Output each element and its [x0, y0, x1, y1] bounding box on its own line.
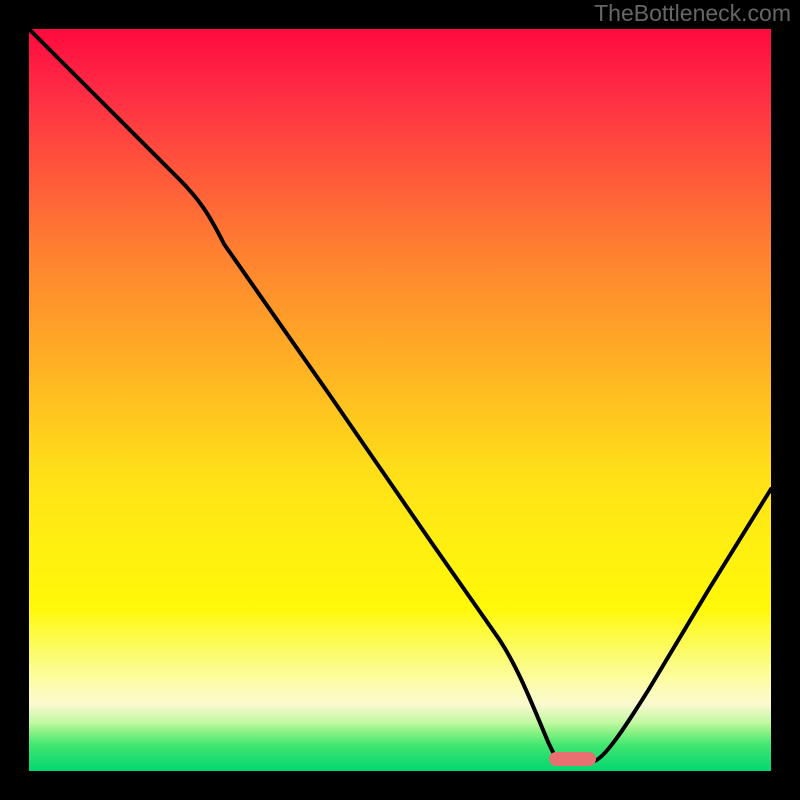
watermark-text: TheBottleneck.com: [594, 0, 791, 27]
gradient-plot-area: [29, 29, 771, 771]
optimal-marker: [549, 752, 596, 766]
